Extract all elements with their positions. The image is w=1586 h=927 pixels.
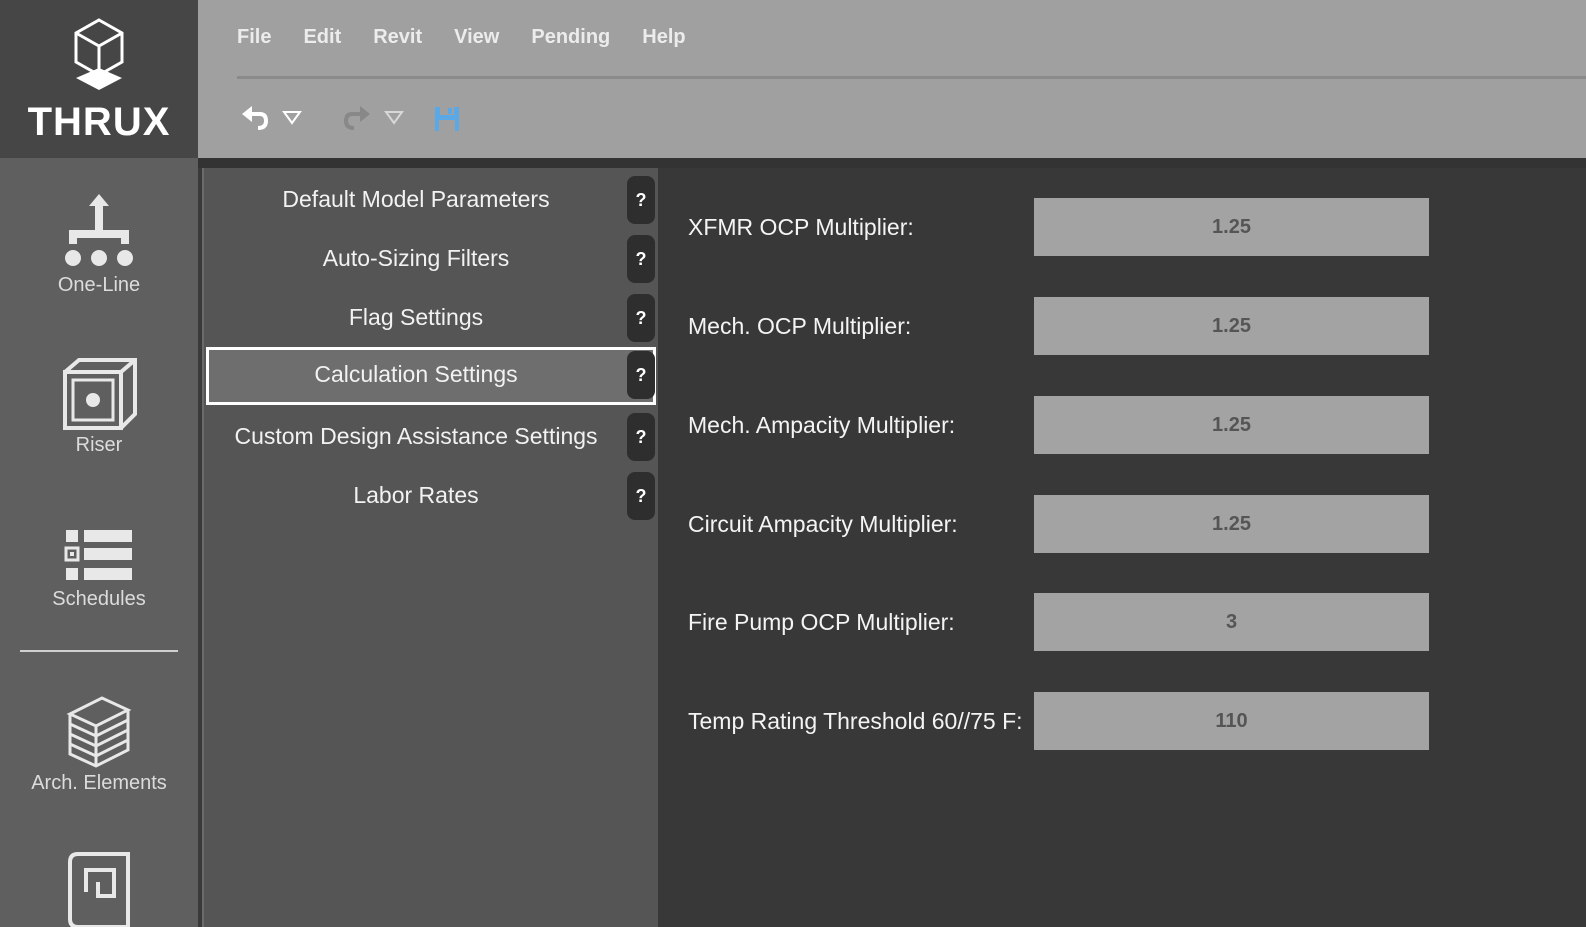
- temp-rating-threshold-input[interactable]: [1034, 692, 1429, 750]
- help-button[interactable]: ?: [627, 351, 655, 399]
- nav-label: Calculation Settings: [314, 361, 518, 387]
- field-label: Fire Pump OCP Multiplier:: [688, 609, 955, 635]
- field-label: Circuit Ampacity Multiplier:: [688, 511, 958, 537]
- nav-label: Auto-Sizing Filters: [322, 245, 510, 271]
- logo-text: THRUX: [27, 100, 171, 144]
- settings-nav-custom-design-assistance[interactable]: Custom Design Assistance Settings ?: [206, 409, 656, 465]
- field-xfmr-ocp-multiplier: XFMR OCP Multiplier:: [658, 198, 1586, 258]
- field-fire-pump-ocp-multiplier: Fire Pump OCP Multiplier:: [658, 593, 1586, 653]
- blueprint-icon: [68, 852, 130, 927]
- menu-edit[interactable]: Edit: [303, 26, 341, 49]
- help-button[interactable]: ?: [627, 176, 655, 224]
- field-label: Temp Rating Threshold 60//75 F:: [688, 708, 1023, 734]
- calculation-settings-panel: XFMR OCP Multiplier: Mech. OCP Multiplie…: [658, 168, 1586, 927]
- settings-nav-flag-settings[interactable]: Flag Settings ?: [206, 290, 656, 346]
- menu-bar: File Edit Revit View Pending Help: [237, 26, 718, 49]
- menu-pending[interactable]: Pending: [531, 26, 610, 49]
- field-label: Mech. Ampacity Multiplier:: [688, 412, 956, 438]
- field-label: XFMR OCP Multiplier:: [688, 214, 914, 240]
- field-mech-ocp-multiplier: Mech. OCP Multiplier:: [658, 297, 1586, 357]
- menu-revit[interactable]: Revit: [373, 26, 422, 49]
- one-line-icon: [65, 194, 133, 266]
- rail-item-riser[interactable]: Riser: [0, 358, 198, 457]
- rail-item-arch-elements[interactable]: Arch. Elements: [0, 694, 198, 795]
- logo-cube-icon: [74, 18, 124, 90]
- xfmr-ocp-multiplier-input[interactable]: [1034, 198, 1429, 256]
- save-icon[interactable]: [434, 106, 460, 132]
- redo-dropdown-icon[interactable]: [384, 110, 404, 126]
- field-temp-rating-threshold: Temp Rating Threshold 60//75 F:: [658, 692, 1586, 752]
- help-button[interactable]: ?: [627, 294, 655, 342]
- settings-nav-labor-rates[interactable]: Labor Rates ?: [206, 468, 656, 524]
- field-label: Mech. OCP Multiplier:: [688, 313, 912, 339]
- mech-ampacity-multiplier-input[interactable]: [1034, 396, 1429, 454]
- nav-label: Flag Settings: [348, 304, 484, 330]
- schedules-icon: [64, 530, 132, 580]
- rail-label-riser: Riser: [75, 434, 123, 456]
- undo-dropdown-icon[interactable]: [282, 110, 302, 126]
- menu-help[interactable]: Help: [642, 26, 685, 49]
- settings-nav: Default Model Parameters ? Auto-Sizing F…: [202, 168, 660, 927]
- menu-view[interactable]: View: [454, 26, 499, 49]
- settings-nav-auto-sizing-filters[interactable]: Auto-Sizing Filters ?: [206, 231, 656, 287]
- riser-icon: [63, 358, 137, 430]
- rail-item-schedules[interactable]: Schedules: [0, 528, 198, 611]
- top-bar: File Edit Revit View Pending Help: [198, 0, 1586, 158]
- stacked-layers-icon: [66, 696, 132, 768]
- settings-nav-default-model-parameters[interactable]: Default Model Parameters ?: [206, 172, 656, 228]
- nav-label: Labor Rates: [353, 482, 479, 508]
- redo-icon[interactable]: [342, 100, 372, 136]
- settings-nav-calculation-settings[interactable]: Calculation Settings ?: [206, 347, 656, 405]
- rail-item-plans[interactable]: [0, 852, 198, 927]
- rail-label-arch-elements: Arch. Elements: [31, 772, 167, 794]
- toolbar-divider: [198, 158, 1586, 168]
- nav-label: Default Model Parameters: [282, 186, 550, 212]
- nav-label: Custom Design Assistance Settings: [234, 423, 598, 449]
- fire-pump-ocp-multiplier-input[interactable]: [1034, 593, 1429, 651]
- rail-label-one-line: One-Line: [57, 274, 141, 296]
- circuit-ampacity-multiplier-input[interactable]: [1034, 495, 1429, 553]
- help-button[interactable]: ?: [627, 235, 655, 283]
- field-mech-ampacity-multiplier: Mech. Ampacity Multiplier:: [658, 396, 1586, 456]
- logo: THRUX: [0, 0, 198, 158]
- app-rail: THRUX One-Line Riser Schedules Arch. Ele…: [0, 0, 198, 927]
- help-button[interactable]: ?: [627, 472, 655, 520]
- help-button[interactable]: ?: [627, 413, 655, 461]
- rail-item-one-line[interactable]: One-Line: [0, 192, 198, 297]
- menu-file[interactable]: File: [237, 26, 271, 49]
- rail-label-schedules: Schedules: [52, 588, 146, 610]
- menu-separator: [237, 76, 1586, 79]
- field-circuit-ampacity-multiplier: Circuit Ampacity Multiplier:: [658, 495, 1586, 555]
- undo-icon[interactable]: [240, 100, 270, 136]
- mech-ocp-multiplier-input[interactable]: [1034, 297, 1429, 355]
- rail-divider: [20, 650, 178, 652]
